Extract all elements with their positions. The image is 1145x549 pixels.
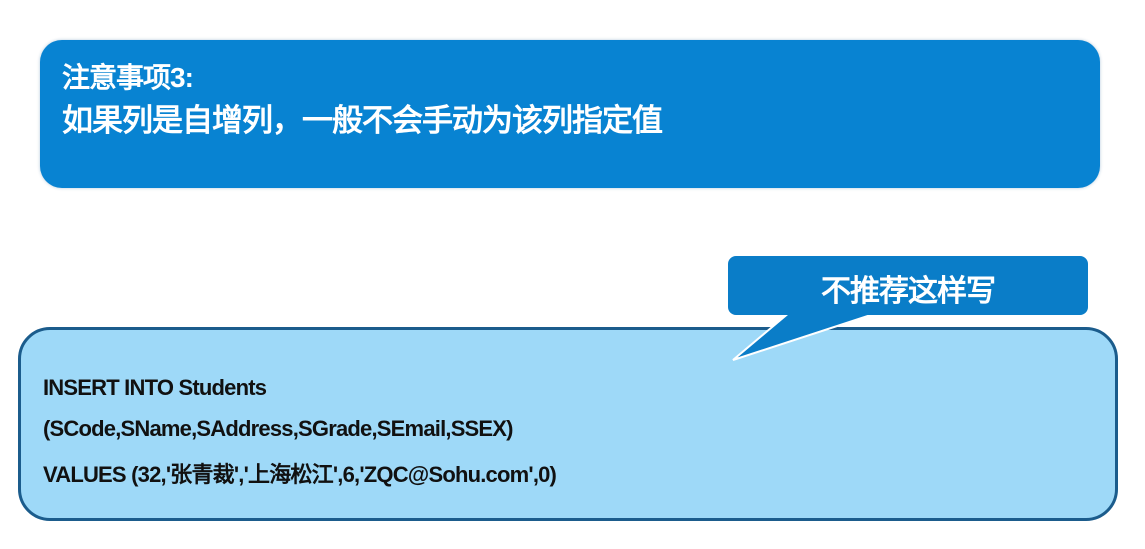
callout-box: 不推荐这样写 bbox=[728, 256, 1088, 315]
callout-text: 不推荐这样写 bbox=[821, 275, 996, 308]
